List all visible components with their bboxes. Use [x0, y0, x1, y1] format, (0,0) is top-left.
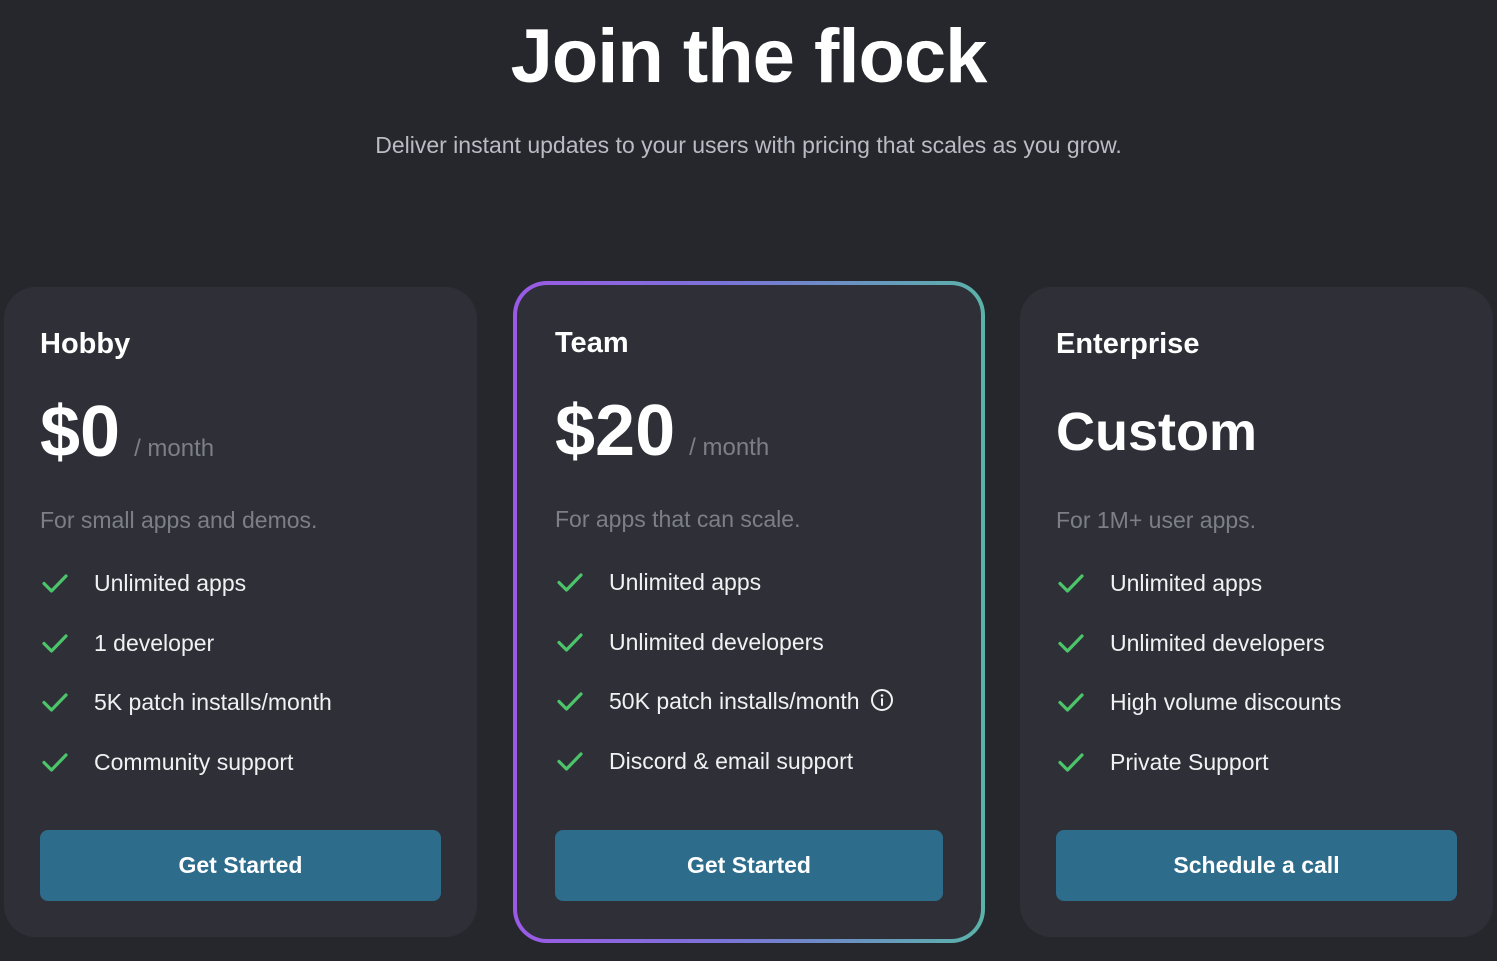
plan-tagline: For small apps and demos. [40, 507, 318, 533]
schedule-call-button[interactable]: Schedule a call [1056, 830, 1457, 901]
check-icon [557, 632, 583, 652]
check-icon [42, 693, 68, 712]
plan-period: / month [134, 435, 215, 462]
plan-name: Team [555, 327, 629, 359]
check-icon [42, 633, 68, 653]
feature-text: Unlimited apps [94, 570, 247, 596]
feature-item: Unlimited apps [40, 568, 332, 628]
feature-list: Unlimited apps Unlimited developers High… [1056, 568, 1341, 806]
feature-item: 50K patch installs/month [555, 686, 894, 746]
feature-text: 50K patch installs/month [609, 688, 860, 715]
plan-price: $20 [555, 391, 676, 471]
plan-price: Custom [1056, 402, 1257, 462]
check-icon [557, 692, 583, 711]
feature-text: Unlimited apps [1110, 570, 1263, 596]
feature-item: Unlimited developers [555, 627, 894, 687]
page-subtitle: Deliver instant updates to your users wi… [375, 132, 1122, 158]
check-icon [557, 752, 583, 771]
feature-item: Unlimited apps [555, 567, 894, 627]
get-started-button[interactable]: Get Started [40, 830, 441, 901]
feature-text: Private Support [1110, 748, 1269, 775]
plan-card-team: Team $20 / month For apps that can scale… [513, 281, 985, 943]
feature-text: Community support [94, 748, 294, 775]
check-icon [1058, 693, 1084, 712]
info-icon[interactable] [870, 688, 894, 712]
check-icon [42, 574, 68, 593]
plan-tagline: For apps that can scale. [555, 506, 801, 532]
feature-text: Unlimited apps [609, 569, 762, 595]
feature-text: Unlimited developers [609, 628, 824, 655]
page-title: Join the flock [510, 14, 988, 99]
feature-text: High volume discounts [1110, 689, 1342, 716]
plan-card-team-inner: Team $20 / month For apps that can scale… [517, 285, 981, 939]
plan-tagline: For 1M+ user apps. [1056, 507, 1257, 533]
feature-text: Unlimited developers [1110, 629, 1325, 656]
price-row: Custom [1056, 387, 1257, 477]
feature-text: Discord & email support [609, 747, 854, 774]
check-icon [1058, 633, 1084, 653]
price-row: $20 / month [555, 386, 769, 476]
feature-item: Unlimited developers [1056, 628, 1341, 688]
feature-item: 1 developer [40, 628, 332, 688]
plan-price: $0 [40, 392, 121, 472]
price-row: $0 / month [40, 387, 214, 477]
feature-item: Discord & email support [555, 746, 894, 806]
check-icon [42, 753, 68, 772]
feature-item: 5K patch installs/month [40, 687, 332, 747]
check-icon [557, 573, 583, 592]
feature-item: Unlimited apps [1056, 568, 1341, 628]
check-icon [1058, 753, 1084, 772]
get-started-button[interactable]: Get Started [555, 830, 943, 901]
feature-item: Community support [40, 747, 332, 807]
plan-period: / month [689, 434, 770, 461]
feature-item: High volume discounts [1056, 687, 1341, 747]
feature-list: Unlimited apps 1 developer 5K patch inst… [40, 568, 332, 806]
plan-name: Enterprise [1056, 328, 1200, 360]
check-icon [1058, 574, 1084, 593]
feature-item: Private Support [1056, 747, 1341, 807]
feature-text: 5K patch installs/month [94, 689, 332, 716]
plan-name: Hobby [40, 328, 131, 360]
plan-card-enterprise: Enterprise Custom For 1M+ user apps. Unl… [1020, 287, 1493, 937]
feature-list: Unlimited apps Unlimited developers 50K … [555, 567, 894, 805]
plan-card-hobby: Hobby $0 / month For small apps and demo… [4, 287, 477, 937]
feature-text: 1 developer [94, 629, 215, 656]
